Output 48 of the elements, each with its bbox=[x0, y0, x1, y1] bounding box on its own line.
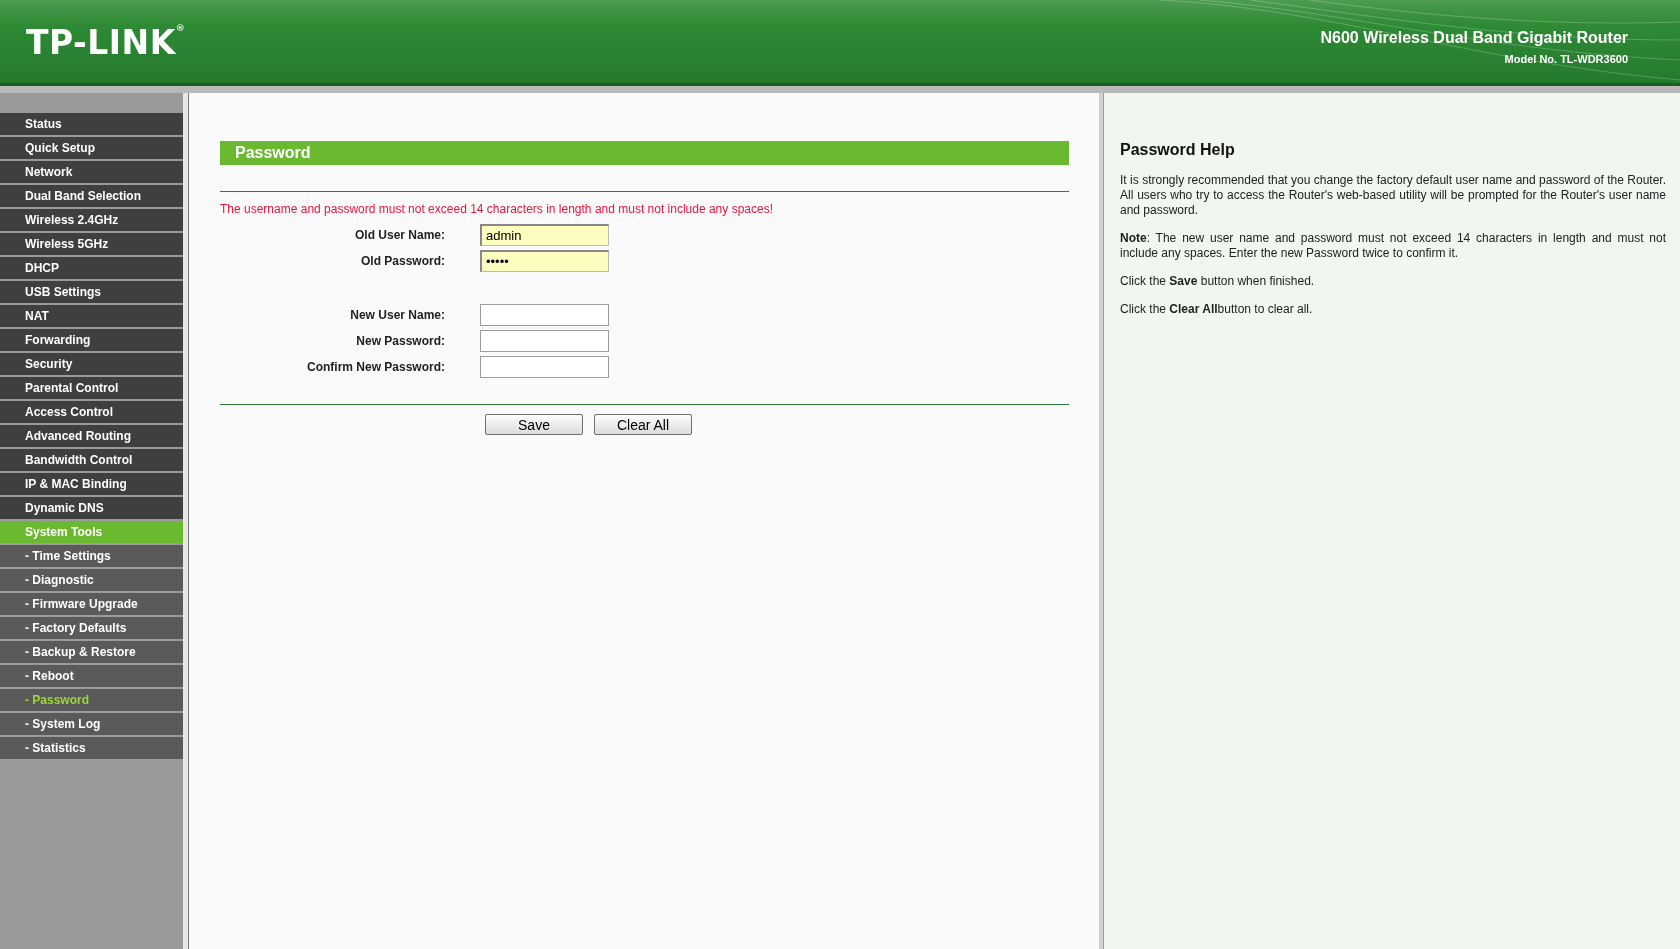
input-field[interactable] bbox=[480, 304, 609, 326]
nav-item[interactable]: DHCP bbox=[0, 257, 183, 279]
nav-item[interactable]: Bandwidth Control bbox=[0, 449, 183, 471]
nav-item[interactable]: - Firmware Upgrade bbox=[0, 593, 183, 615]
nav-item[interactable]: - Backup & Restore bbox=[0, 641, 183, 663]
nav-item[interactable]: Quick Setup bbox=[0, 137, 183, 159]
form-button[interactable]: Save bbox=[485, 414, 583, 435]
logo: TP-LINK$^{®}$ bbox=[26, 23, 186, 62]
form-button[interactable]: Clear All bbox=[594, 414, 692, 435]
nav-item[interactable]: NAT bbox=[0, 305, 183, 327]
help-paragraph: Note: The new user name and password must not exceed 14 characters in length and must not include any spaces. Enter the new Password twice to confirm it. bbox=[1120, 231, 1666, 261]
input-field[interactable] bbox=[480, 330, 609, 352]
nav-item[interactable]: - System Log bbox=[0, 713, 183, 735]
nav-item[interactable]: Wireless 2.4GHz bbox=[0, 209, 183, 231]
nav-item[interactable]: - Password bbox=[0, 689, 183, 711]
nav-item[interactable]: Security bbox=[0, 353, 183, 375]
nav-item[interactable]: USB Settings bbox=[0, 281, 183, 303]
nav-item[interactable]: - Statistics bbox=[0, 737, 183, 759]
field-label: Confirm New Password: bbox=[305, 360, 445, 374]
help-paragraph: Click the Clear Allbutton to clear all. bbox=[1120, 302, 1314, 317]
nav-item[interactable]: - Diagnostic bbox=[0, 569, 183, 591]
help-paragraph: It is strongly recommended that you change the factory default user name and password of the Router. All users who try to access the Router's web-based utility will be prompted for the Router's user name and password. bbox=[1120, 173, 1666, 218]
input-field[interactable]: ••••• bbox=[480, 250, 609, 272]
field-label: Old Password: bbox=[359, 254, 445, 268]
nav-item[interactable]: Status bbox=[0, 113, 183, 135]
nav-item[interactable]: Forwarding bbox=[0, 329, 183, 351]
nav-item[interactable]: - Time Settings bbox=[0, 545, 183, 567]
nav-item[interactable]: - Reboot bbox=[0, 665, 183, 687]
field-label: New User Name: bbox=[349, 308, 445, 322]
help-paragraph: Click the Save button when finished. bbox=[1120, 274, 1316, 289]
nav-item[interactable]: Access Control bbox=[0, 401, 183, 423]
nav-item[interactable]: Wireless 5GHz bbox=[0, 233, 183, 255]
section-title: Password bbox=[220, 141, 1069, 165]
nav-item[interactable]: Dual Band Selection bbox=[0, 185, 183, 207]
help-title: Password Help bbox=[1120, 141, 1236, 159]
product-name: N600 Wireless Dual Band Gigabit Router bbox=[1320, 28, 1628, 47]
field-label: Old User Name: bbox=[353, 228, 445, 242]
field-label: New Password: bbox=[355, 334, 445, 348]
nav-item[interactable]: Parental Control bbox=[0, 377, 183, 399]
nav-item[interactable]: Network bbox=[0, 161, 183, 183]
nav-item[interactable]: IP & MAC Binding bbox=[0, 473, 183, 495]
model-number: Model No. TL-WDR3600 bbox=[1503, 52, 1628, 65]
input-field[interactable]: admin bbox=[480, 224, 609, 246]
warning-text: The username and password must not exceed 14 characters in length and must not include any spaces! bbox=[220, 202, 774, 216]
input-field[interactable] bbox=[480, 356, 609, 378]
nav-item[interactable]: Advanced Routing bbox=[0, 425, 183, 447]
nav-item[interactable]: - Factory Defaults bbox=[0, 617, 183, 639]
nav-item[interactable]: Dynamic DNS bbox=[0, 497, 183, 519]
